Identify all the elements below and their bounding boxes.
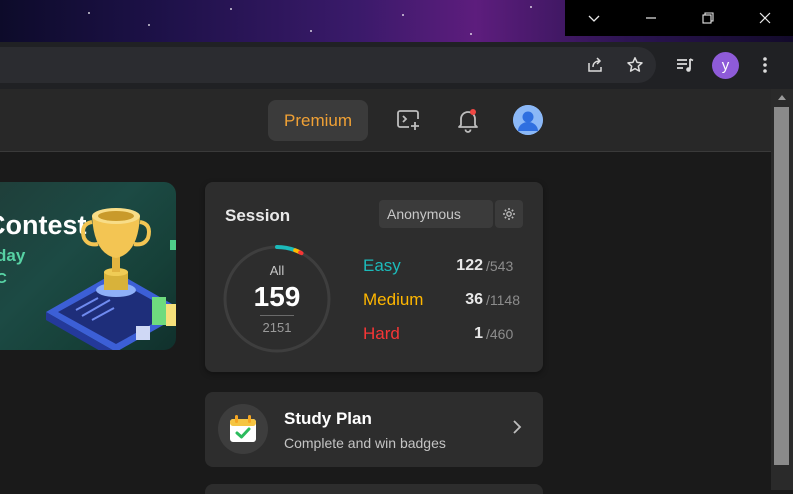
share-button[interactable] [583, 53, 607, 77]
hard-solved: 1 [474, 325, 483, 342]
bookmark-button[interactable] [623, 53, 647, 77]
scroll-up-arrow-icon[interactable] [778, 95, 786, 100]
star-icon [627, 57, 643, 72]
medium-total: /1148 [486, 292, 520, 308]
session-card: Session Anonymous All 159 2151 Easy 122 … [205, 182, 543, 372]
notification-dot [470, 109, 476, 115]
session-title: Session [225, 206, 291, 225]
all-label: All [269, 263, 285, 278]
contest-banner[interactable]: Contest day C [0, 182, 176, 350]
chevron-right-icon [513, 420, 522, 434]
hard-label: Hard [363, 324, 400, 343]
background-star [530, 6, 532, 8]
window-titlebar [0, 0, 793, 42]
background-star [148, 24, 150, 26]
session-select[interactable]: Anonymous [379, 200, 493, 228]
calendar-check-icon [230, 415, 256, 442]
restore-button[interactable] [679, 0, 736, 36]
medium-solved: 36 [465, 291, 483, 308]
next-card-edge [205, 484, 543, 494]
browser-menu-button[interactable] [753, 53, 777, 77]
easy-total: /543 [486, 258, 514, 274]
solved-count: 159 [253, 281, 301, 312]
study-plan-subtitle: Complete and win badges [284, 435, 446, 451]
trophy-illustration [46, 208, 176, 350]
tab-search-button[interactable] [565, 0, 622, 36]
close-button[interactable] [736, 0, 793, 36]
user-avatar[interactable] [513, 105, 543, 135]
site-navbar: Premium [0, 89, 771, 152]
easy-solved: 122 [456, 257, 483, 274]
address-bar[interactable] [0, 47, 656, 83]
user-icon [513, 105, 543, 135]
contest-subtitle: day [0, 246, 26, 265]
study-plan-title: Study Plan [284, 409, 372, 428]
bell-icon [458, 111, 478, 133]
more-vert-icon [763, 57, 767, 73]
medium-label: Medium [363, 290, 424, 309]
easy-label: Easy [363, 256, 401, 275]
background-star [230, 8, 232, 10]
restore-icon [701, 12, 714, 24]
study-plan-icon-wrap [218, 404, 268, 454]
background-star [470, 33, 472, 35]
close-icon [759, 12, 770, 24]
gear-icon [503, 208, 515, 220]
background-star [88, 12, 90, 14]
playground-button[interactable] [395, 107, 421, 133]
total-count: 2151 [262, 320, 292, 335]
contest-extra-text: C [0, 270, 7, 287]
ring-divider [260, 315, 294, 316]
page-content: Premium Contest day C [0, 89, 771, 494]
minimize-button[interactable] [622, 0, 679, 36]
study-plan-card[interactable]: Study Plan Complete and win badges [205, 392, 543, 467]
playlist-icon [677, 58, 694, 72]
media-controls-button[interactable] [673, 53, 697, 77]
minimize-icon [645, 17, 656, 19]
premium-button[interactable]: Premium [268, 100, 368, 141]
hard-total: /460 [486, 326, 514, 342]
chevron-down-icon [588, 15, 599, 22]
profile-avatar[interactable]: y [712, 52, 739, 79]
notifications-button[interactable] [455, 107, 481, 133]
scrollbar-thumb[interactable] [774, 107, 789, 465]
background-star [402, 14, 404, 16]
code-window-icon [397, 110, 419, 130]
background-star [310, 30, 312, 32]
share-icon [588, 57, 602, 72]
page-scrollbar[interactable] [771, 89, 793, 490]
window-controls [565, 0, 793, 36]
study-plan-arrow [512, 419, 522, 440]
session-settings-button[interactable] [495, 200, 523, 228]
